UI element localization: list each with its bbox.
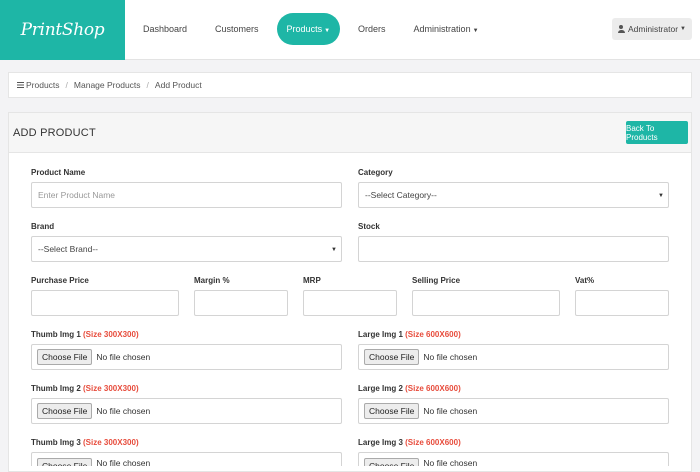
brand-label: Brand <box>31 222 55 231</box>
large-img-2-size: (Size 600X600) <box>405 384 461 393</box>
nav-administration[interactable]: Administration ▼ <box>404 13 489 45</box>
selling-price-label: Selling Price <box>412 276 461 285</box>
chevron-down-icon: ▼ <box>324 28 331 34</box>
breadcrumb: Products / Manage Products / Add Product <box>8 72 692 98</box>
user-name: Administrator <box>627 24 679 34</box>
large-img-1-file-input[interactable]: Choose File No file chosen <box>358 344 669 370</box>
user-menu[interactable]: Administrator ▼ <box>611 18 692 40</box>
caret-down-icon: ▼ <box>658 193 664 199</box>
mrp-input[interactable] <box>303 290 397 316</box>
thumb-img-2-label: Thumb Img 2 (Size 300X300) <box>31 384 139 393</box>
choose-file-button[interactable]: Choose File <box>37 349 93 365</box>
purchase-price-label: Purchase Price <box>31 276 89 285</box>
file-status: No file chosen <box>423 406 478 416</box>
thumb-img-2-file-input[interactable]: Choose File No file chosen <box>31 398 342 424</box>
main-nav: Dashboard Customers Products ▼ Orders Adm… <box>133 13 497 45</box>
large-img-2-text: Large Img 2 <box>358 384 403 393</box>
large-img-1-text: Large Img 1 <box>358 330 403 339</box>
thumb-img-1-text: Thumb Img 1 <box>31 330 81 339</box>
category-label: Category <box>358 168 393 177</box>
nav-products[interactable]: Products ▼ <box>276 13 341 45</box>
large-img-1-size: (Size 600X600) <box>405 330 461 339</box>
margin-input[interactable] <box>194 290 288 316</box>
chevron-down-icon: ▼ <box>472 28 479 34</box>
large-img-3-size: (Size 600X600) <box>405 438 461 447</box>
file-status: No file chosen <box>96 406 151 416</box>
chevron-down-icon: ▼ <box>680 26 686 32</box>
list-icon <box>17 82 24 88</box>
thumb-img-1-file-input[interactable]: Choose File No file chosen <box>31 344 342 370</box>
nav-dashboard[interactable]: Dashboard <box>133 13 197 45</box>
category-value: --Select Category-- <box>365 190 437 200</box>
file-status: No file chosen <box>423 352 478 362</box>
large-img-2-file-input[interactable]: Choose File No file chosen <box>358 398 669 424</box>
caret-down-icon: ▼ <box>331 247 337 253</box>
file-status: No file chosen <box>423 458 478 466</box>
large-img-3-file-input[interactable]: Choose File No file chosen <box>358 452 669 466</box>
breadcrumb-add-product: Add Product <box>154 80 202 90</box>
thumb-img-1-label: Thumb Img 1 (Size 300X300) <box>31 330 139 339</box>
thumb-img-3-file-input[interactable]: Choose File No file chosen <box>31 452 342 466</box>
choose-file-button[interactable]: Choose File <box>364 458 420 466</box>
vat-label: Vat% <box>575 276 595 285</box>
selling-price-input[interactable] <box>412 290 560 316</box>
file-status: No file chosen <box>96 352 151 362</box>
panel-header: ADD PRODUCT Back To Products <box>9 113 691 153</box>
large-img-3-text: Large Img 3 <box>358 438 403 447</box>
nav-orders[interactable]: Orders <box>348 13 396 45</box>
product-name-input[interactable]: Enter Product Name <box>31 182 342 208</box>
stock-label: Stock <box>358 222 380 231</box>
user-icon <box>617 25 625 33</box>
nav-customers[interactable]: Customers <box>205 13 269 45</box>
vat-input[interactable] <box>575 290 669 316</box>
thumb-img-1-size: (Size 300X300) <box>83 330 139 339</box>
thumb-img-3-text: Thumb Img 3 <box>31 438 81 447</box>
thumb-img-3-size: (Size 300X300) <box>83 438 139 447</box>
choose-file-button[interactable]: Choose File <box>364 349 420 365</box>
back-to-products-button[interactable]: Back To Products <box>626 121 688 144</box>
purchase-price-input[interactable] <box>31 290 179 316</box>
stock-input[interactable] <box>358 236 669 262</box>
large-img-3-label: Large Img 3 (Size 600X600) <box>358 438 461 447</box>
app-logo[interactable]: PrintShop <box>0 0 125 60</box>
top-navbar: PrintShop Dashboard Customers Products ▼ … <box>0 0 700 60</box>
large-img-2-label: Large Img 2 (Size 600X600) <box>358 384 461 393</box>
nav-products-label: Products <box>286 24 323 34</box>
product-name-label: Product Name <box>31 168 86 177</box>
nav-administration-label: Administration <box>413 24 471 34</box>
choose-file-button[interactable]: Choose File <box>364 403 420 419</box>
breadcrumb-manage-products[interactable]: Manage Products <box>74 80 141 90</box>
category-select[interactable]: --Select Category-- ▼ <box>358 182 669 208</box>
thumb-img-2-text: Thumb Img 2 <box>31 384 81 393</box>
large-img-1-label: Large Img 1 (Size 600X600) <box>358 330 461 339</box>
mrp-label: MRP <box>303 276 321 285</box>
page-title: ADD PRODUCT <box>13 127 96 139</box>
brand-value: --Select Brand-- <box>38 244 98 254</box>
choose-file-button[interactable]: Choose File <box>37 458 93 466</box>
margin-label: Margin % <box>194 276 230 285</box>
choose-file-button[interactable]: Choose File <box>37 403 93 419</box>
file-status: No file chosen <box>96 458 151 466</box>
thumb-img-2-size: (Size 300X300) <box>83 384 139 393</box>
brand-select[interactable]: --Select Brand-- ▼ <box>31 236 342 262</box>
breadcrumb-products[interactable]: Products <box>26 80 60 90</box>
breadcrumb-separator: / <box>146 80 149 90</box>
thumb-img-3-label: Thumb Img 3 (Size 300X300) <box>31 438 139 447</box>
breadcrumb-separator: / <box>65 80 68 90</box>
